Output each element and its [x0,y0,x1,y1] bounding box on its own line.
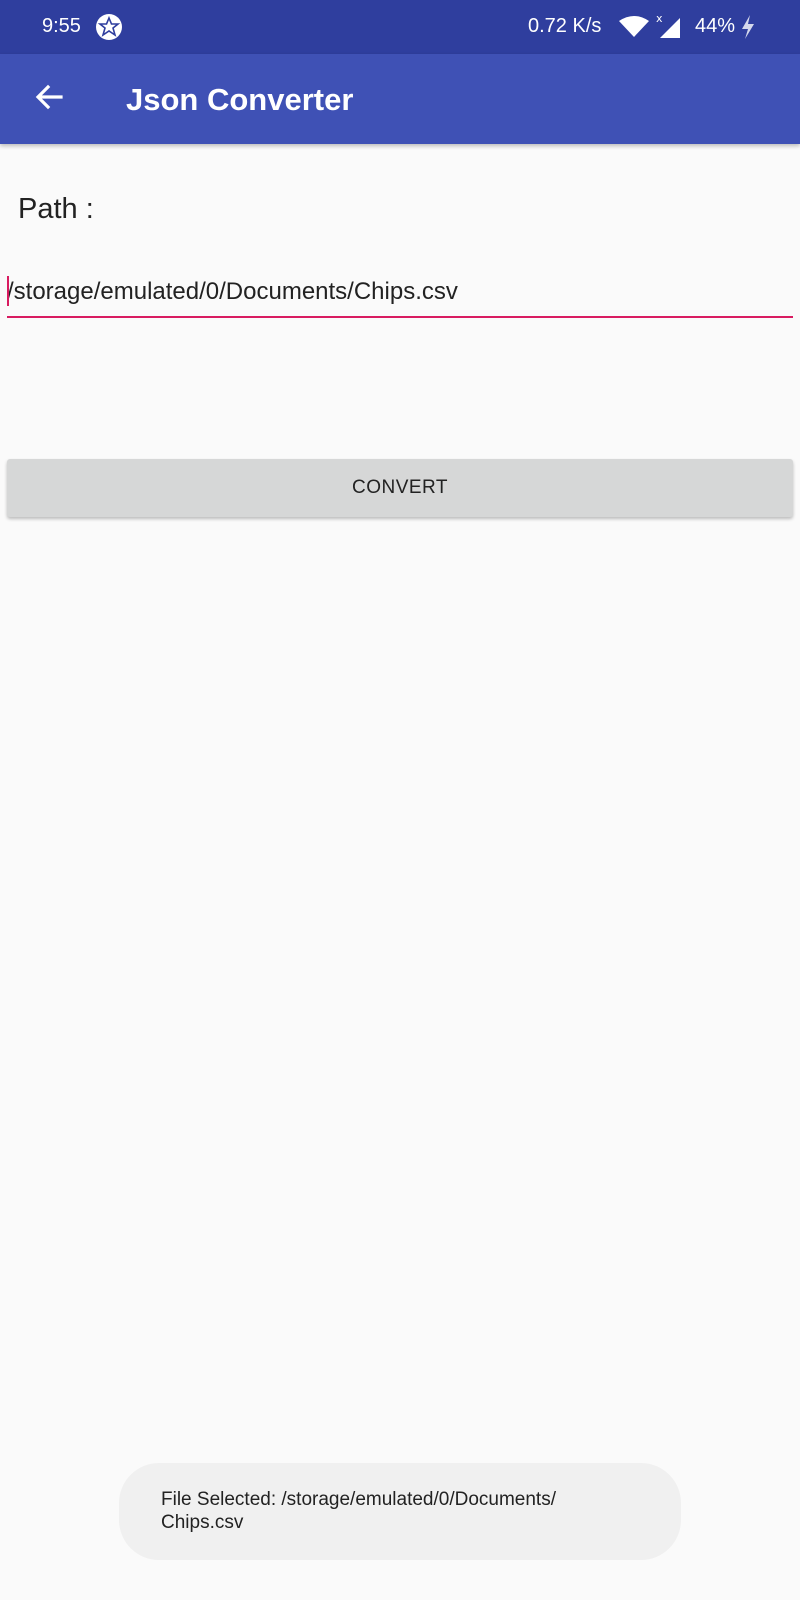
battery-percentage: 44% [695,15,736,37]
back-button[interactable] [26,76,72,122]
path-input-container [7,272,793,318]
path-input[interactable] [7,272,793,312]
status-bar: 9:55 0.72 K/s x 44% [0,0,800,54]
screen: 9:55 0.72 K/s x 44% Json Converter Path … [0,0,800,1600]
wifi-icon [618,15,650,39]
app-notification-icon [96,14,122,40]
charging-icon [740,14,756,40]
status-time: 9:55 [42,15,81,37]
toast-message: File Selected: /storage/emulated/0/Docum… [161,1489,556,1533]
svg-text:x: x [656,13,663,25]
cell-signal-icon: x [656,12,684,39]
file-selected-toast: File Selected: /storage/emulated/0/Docum… [119,1463,681,1560]
text-cursor [7,276,9,306]
network-speed: 0.72 K/s [528,15,602,37]
app-bar: Json Converter [0,54,800,144]
path-label: Path : [18,193,94,225]
arrow-left-icon [34,82,64,117]
app-title: Json Converter [126,82,354,117]
convert-button[interactable]: CONVERT [7,459,793,517]
